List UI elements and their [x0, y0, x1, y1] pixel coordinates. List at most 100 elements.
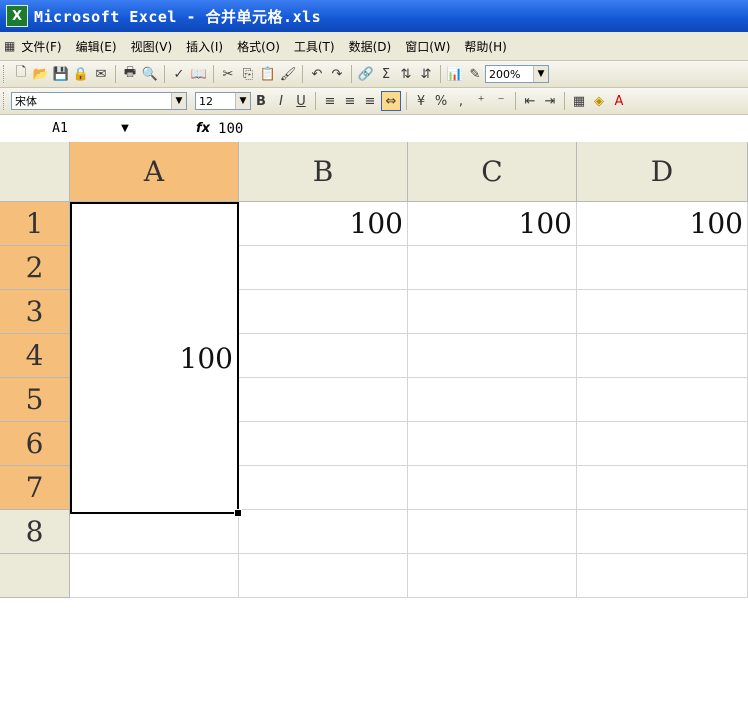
autosum-icon[interactable]: Σ	[377, 65, 395, 83]
cell-b4[interactable]	[239, 334, 408, 378]
chevron-down-icon[interactable]: ▼	[171, 93, 186, 109]
new-icon[interactable]: 🗋	[12, 65, 30, 83]
cell-d1[interactable]: 100	[577, 202, 748, 246]
cell-b8[interactable]	[239, 510, 408, 554]
menu-view[interactable]: 视图(V)	[131, 38, 173, 55]
cell-d4[interactable]	[577, 334, 748, 378]
align-right-icon[interactable]: ≡	[361, 92, 379, 110]
chevron-down-icon[interactable]: ▼	[116, 123, 134, 134]
row-header-6[interactable]: 6	[0, 422, 70, 466]
redo-icon[interactable]: ↷	[328, 65, 346, 83]
excel-icon[interactable]: X	[6, 5, 28, 27]
column-header-d[interactable]: D	[577, 142, 748, 202]
column-header-c[interactable]: C	[408, 142, 577, 202]
cell-c6[interactable]	[408, 422, 577, 466]
print-preview-icon[interactable]: 🔍	[141, 65, 159, 83]
row-header-4[interactable]: 4	[0, 334, 70, 378]
cell-c7[interactable]	[408, 466, 577, 510]
paste-icon[interactable]: 📋	[259, 65, 277, 83]
row-header-9[interactable]	[0, 554, 70, 598]
merge-center-icon[interactable]: ⇔	[381, 91, 401, 111]
row-header-2[interactable]: 2	[0, 246, 70, 290]
cell-c9[interactable]	[408, 554, 577, 598]
merged-cell-a1-a7[interactable]: 100	[70, 202, 239, 514]
decrease-indent-icon[interactable]: ⇤	[521, 92, 539, 110]
menu-edit[interactable]: 编辑(E)	[76, 38, 117, 55]
fx-icon[interactable]: fx	[196, 121, 210, 136]
open-icon[interactable]: 📂	[32, 65, 50, 83]
increase-indent-icon[interactable]: ⇥	[541, 92, 559, 110]
borders-icon[interactable]: ▦	[570, 92, 588, 110]
cell-d6[interactable]	[577, 422, 748, 466]
comma-style-icon[interactable]: ,	[452, 92, 470, 110]
chart-wizard-icon[interactable]: 📊	[446, 65, 464, 83]
menu-format[interactable]: 格式(O)	[237, 38, 280, 55]
cell-b5[interactable]	[239, 378, 408, 422]
drawing-icon[interactable]: ✎	[466, 65, 484, 83]
underline-icon[interactable]: U	[292, 92, 310, 110]
formula-input[interactable]: 100	[218, 121, 243, 137]
row-header-3[interactable]: 3	[0, 290, 70, 334]
cell-c4[interactable]	[408, 334, 577, 378]
format-painter-icon[interactable]: 🖌	[279, 65, 297, 83]
cell-c2[interactable]	[408, 246, 577, 290]
cell-b3[interactable]	[239, 290, 408, 334]
cell-d3[interactable]	[577, 290, 748, 334]
cell-c1[interactable]: 100	[408, 202, 577, 246]
cell-b1[interactable]: 100	[239, 202, 408, 246]
cell-a8[interactable]	[70, 510, 239, 554]
cell-c8[interactable]	[408, 510, 577, 554]
copy-icon[interactable]: ⎘	[239, 65, 257, 83]
fill-color-icon[interactable]: ◈	[590, 92, 608, 110]
cut-icon[interactable]: ✂	[219, 65, 237, 83]
print-icon[interactable]: 🖶	[121, 65, 139, 83]
font-select[interactable]: 宋体 ▼	[11, 92, 187, 110]
percent-icon[interactable]: %	[432, 92, 450, 110]
increase-decimal-icon[interactable]: ⁺	[472, 92, 490, 110]
menu-tools[interactable]: 工具(T)	[294, 38, 335, 55]
sort-descending-icon[interactable]: ⇵	[417, 65, 435, 83]
font-color-icon[interactable]: A	[610, 92, 628, 110]
menu-insert[interactable]: 插入(I)	[186, 38, 223, 55]
fill-handle[interactable]	[234, 509, 242, 517]
bold-icon[interactable]: B	[252, 92, 270, 110]
cell-d2[interactable]	[577, 246, 748, 290]
chevron-down-icon[interactable]: ▼	[533, 66, 548, 82]
row-header-8[interactable]: 8	[0, 510, 70, 554]
menu-data[interactable]: 数据(D)	[349, 38, 392, 55]
row-header-5[interactable]: 5	[0, 378, 70, 422]
currency-icon[interactable]: ¥	[412, 92, 430, 110]
hyperlink-icon[interactable]: 🔗	[357, 65, 375, 83]
cell-a9[interactable]	[70, 554, 239, 598]
italic-icon[interactable]: I	[272, 92, 290, 110]
cell-c3[interactable]	[408, 290, 577, 334]
zoom-select[interactable]: 200% ▼	[485, 65, 549, 83]
email-icon[interactable]: ✉	[92, 65, 110, 83]
menu-window[interactable]: 窗口(W)	[405, 38, 450, 55]
row-header-7[interactable]: 7	[0, 466, 70, 510]
align-center-icon[interactable]: ≡	[341, 92, 359, 110]
name-box[interactable]: A1	[4, 119, 116, 139]
cell-d7[interactable]	[577, 466, 748, 510]
save-icon[interactable]: 💾	[52, 65, 70, 83]
cell-b9[interactable]	[239, 554, 408, 598]
menu-help[interactable]: 帮助(H)	[464, 38, 506, 55]
sort-ascending-icon[interactable]: ⇅	[397, 65, 415, 83]
toolbar-grip[interactable]	[3, 92, 7, 110]
column-header-b[interactable]: B	[239, 142, 408, 202]
menu-file[interactable]: 文件(F)	[21, 38, 61, 55]
select-all-corner[interactable]	[0, 142, 70, 202]
decrease-decimal-icon[interactable]: ⁻	[492, 92, 510, 110]
undo-icon[interactable]: ↶	[308, 65, 326, 83]
document-icon[interactable]: ▦	[4, 39, 15, 53]
align-left-icon[interactable]: ≡	[321, 92, 339, 110]
research-icon[interactable]: 📖	[190, 65, 208, 83]
chevron-down-icon[interactable]: ▼	[235, 93, 250, 109]
spelling-icon[interactable]: ✓	[170, 65, 188, 83]
toolbar-grip[interactable]	[3, 65, 7, 83]
cell-d5[interactable]	[577, 378, 748, 422]
cell-d9[interactable]	[577, 554, 748, 598]
permission-icon[interactable]: 🔒	[72, 65, 90, 83]
cell-d8[interactable]	[577, 510, 748, 554]
cell-c5[interactable]	[408, 378, 577, 422]
